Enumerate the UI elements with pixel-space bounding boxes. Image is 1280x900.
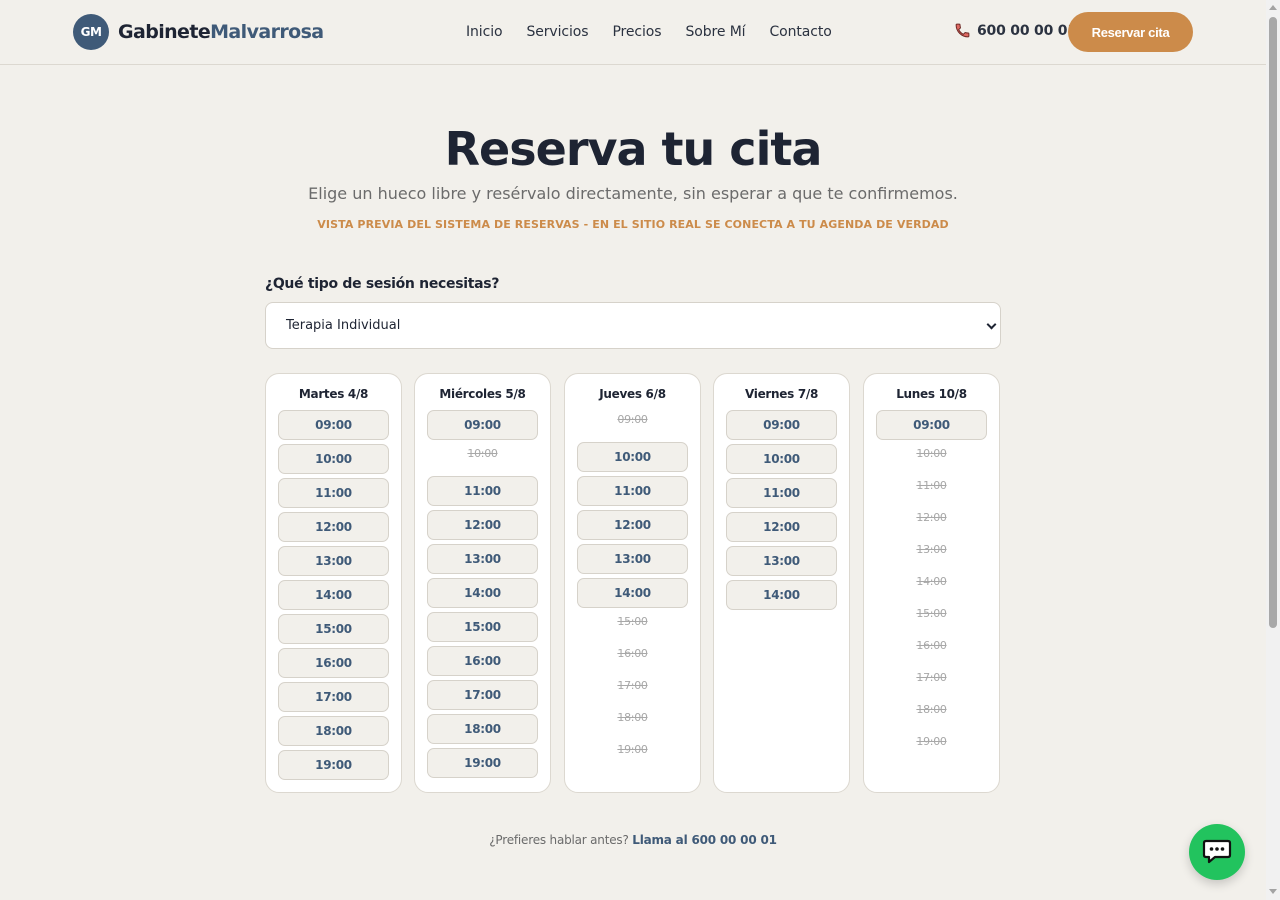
time-slot-unavailable: 09:00 xyxy=(617,412,648,426)
time-slot-unavailable: 10:00 xyxy=(467,446,498,460)
scroll-down-arrow-icon[interactable] xyxy=(1269,889,1277,894)
time-slot-unavailable: 13:00 xyxy=(916,542,947,556)
time-slot-button[interactable]: 09:00 xyxy=(278,410,389,440)
header-phone-link[interactable]: 600 00 00 01 xyxy=(954,22,1077,39)
time-slot-button[interactable]: 12:00 xyxy=(427,510,538,540)
time-slot-button[interactable]: 13:00 xyxy=(427,544,538,574)
main-nav: Inicio Servicios Precios Sobre Mí Contac… xyxy=(454,22,844,42)
time-slot-button[interactable]: 17:00 xyxy=(427,680,538,710)
time-slot-button[interactable]: 11:00 xyxy=(577,476,688,506)
scroll-up-arrow-icon[interactable] xyxy=(1269,5,1277,10)
time-slot-button[interactable]: 11:00 xyxy=(427,476,538,506)
time-slot-unavailable: 17:00 xyxy=(617,678,648,692)
nav-item-precios[interactable]: Precios xyxy=(612,22,661,42)
time-slot-button[interactable]: 14:00 xyxy=(427,578,538,608)
nav-item-contacto[interactable]: Contacto xyxy=(769,22,831,42)
day-column-martes: Martes 4/8 09:00 10:00 11:00 12:00 13:00 14:0… xyxy=(265,373,402,793)
time-slot-unavailable: 15:00 xyxy=(617,614,648,628)
header-phone-number: 600 00 00 01 xyxy=(977,22,1077,39)
time-slot-button[interactable]: 11:00 xyxy=(278,478,389,508)
logo-name-part2: Malvarrosa xyxy=(210,21,324,43)
time-slot-button[interactable]: 09:00 xyxy=(876,410,987,440)
time-slot-unavailable: 11:00 xyxy=(916,478,947,492)
time-slot-button[interactable]: 15:00 xyxy=(427,612,538,642)
time-slot-unavailable: 15:00 xyxy=(916,606,947,620)
time-slot-unavailable: 19:00 xyxy=(916,734,947,748)
nav-item-inicio[interactable]: Inicio xyxy=(466,22,503,42)
day-column-jueves: Jueves 6/8 09:00 10:00 11:00 12:00 13:00 14:0… xyxy=(564,373,701,793)
time-slot-button[interactable]: 19:00 xyxy=(278,750,389,780)
time-slot-button[interactable]: 14:00 xyxy=(726,580,837,610)
page-subtitle: Elige un hueco libre y resérvalo directa… xyxy=(308,184,958,203)
logo-text: GabineteMalvarrosa xyxy=(118,21,324,43)
time-slot-button[interactable]: 09:00 xyxy=(427,410,538,440)
time-slot-unavailable: 19:00 xyxy=(617,742,648,756)
time-slot-button[interactable]: 13:00 xyxy=(577,544,688,574)
time-slot-button[interactable]: 14:00 xyxy=(278,580,389,610)
time-slot-button[interactable]: 10:00 xyxy=(278,444,389,474)
time-slot-button[interactable]: 12:00 xyxy=(726,512,837,542)
session-type-select[interactable]: Terapia Individual xyxy=(265,302,1001,349)
scroll-thumb[interactable] xyxy=(1269,17,1277,628)
time-slot-unavailable: 12:00 xyxy=(916,510,947,524)
logo-name-part1: Gabinete xyxy=(118,21,211,43)
day-title: Miércoles 5/8 xyxy=(439,387,526,401)
day-column-lunes: Lunes 10/8 09:00 10:00 11:00 12:00 13:00 14:0… xyxy=(863,373,1000,793)
nav-item-sobre-mi[interactable]: Sobre Mí xyxy=(685,22,745,42)
time-slot-button[interactable]: 14:00 xyxy=(577,578,688,608)
preview-notice: VISTA PREVIA DEL SISTEMA DE RESERVAS - E… xyxy=(317,218,949,231)
day-title: Jueves 6/8 xyxy=(599,387,666,401)
time-slot-button[interactable]: 13:00 xyxy=(278,546,389,576)
session-type-label: ¿Qué tipo de sesión necesitas? xyxy=(265,276,500,292)
time-slot-unavailable: 10:00 xyxy=(916,446,947,460)
day-title: Viernes 7/8 xyxy=(744,387,819,401)
logo-badge: GM xyxy=(73,14,109,50)
day-column-viernes: Viernes 7/8 09:00 10:00 11:00 12:00 13:00 14:… xyxy=(713,373,850,793)
time-slot-button[interactable]: 12:00 xyxy=(577,510,688,540)
time-slot-button[interactable]: 11:00 xyxy=(726,478,837,508)
call-note: ¿Prefieres hablar antes? Llama al 600 00… xyxy=(0,833,1266,847)
time-slot-button[interactable]: 10:00 xyxy=(726,444,837,474)
time-slot-button[interactable]: 18:00 xyxy=(427,714,538,744)
chat-button[interactable] xyxy=(1189,824,1245,880)
time-slot-button[interactable]: 15:00 xyxy=(278,614,389,644)
time-slot-button[interactable]: 13:00 xyxy=(726,546,837,576)
logo[interactable]: GM GabineteMalvarrosa xyxy=(73,14,324,50)
chevron-down-icon xyxy=(986,319,997,330)
day-column-miercoles: Miércoles 5/8 09:00 10:00 11:00 12:00 13:00 1… xyxy=(414,373,551,793)
time-slot-button[interactable]: 10:00 xyxy=(577,442,688,472)
page-title: Reserva tu cita xyxy=(444,122,823,176)
time-slot-unavailable: 16:00 xyxy=(916,638,947,652)
session-type-value: Terapia Individual xyxy=(286,318,401,333)
phone-icon xyxy=(955,23,970,38)
time-slot-unavailable: 17:00 xyxy=(916,670,947,684)
day-title: Martes 4/8 xyxy=(298,387,369,401)
chat-icon xyxy=(1202,839,1232,864)
time-slot-button[interactable]: 18:00 xyxy=(278,716,389,746)
time-slot-button[interactable]: 16:00 xyxy=(427,646,538,676)
time-slot-unavailable: 16:00 xyxy=(617,646,648,660)
time-slot-button[interactable]: 09:00 xyxy=(726,410,837,440)
page-scrollbar[interactable] xyxy=(1266,0,1280,900)
call-phone-link[interactable]: Llama al 600 00 00 01 xyxy=(632,833,777,847)
nav-item-servicios[interactable]: Servicios xyxy=(526,22,588,42)
time-slot-unavailable: 18:00 xyxy=(916,702,947,716)
reserve-button[interactable]: Reservar cita xyxy=(1068,12,1193,52)
time-slot-unavailable: 18:00 xyxy=(617,710,648,724)
day-title: Lunes 10/8 xyxy=(896,387,967,401)
time-slot-button[interactable]: 12:00 xyxy=(278,512,389,542)
call-note-prefix: ¿Prefieres hablar antes? xyxy=(489,833,629,847)
site-header: GM GabineteMalvarrosa Inicio Servicios P… xyxy=(0,0,1266,65)
time-slot-button[interactable]: 16:00 xyxy=(278,648,389,678)
time-slot-unavailable: 14:00 xyxy=(916,574,947,588)
time-slot-button[interactable]: 17:00 xyxy=(278,682,389,712)
time-slot-button[interactable]: 19:00 xyxy=(427,748,538,778)
